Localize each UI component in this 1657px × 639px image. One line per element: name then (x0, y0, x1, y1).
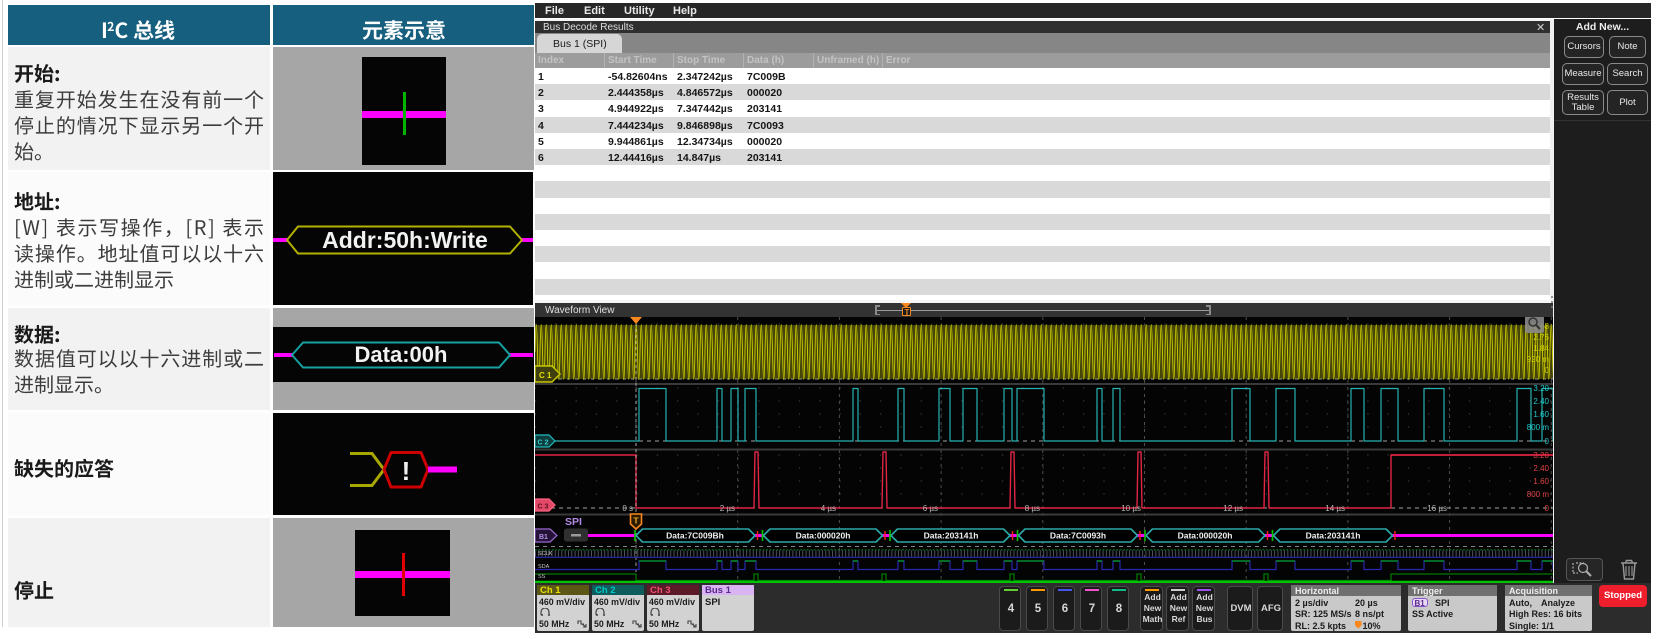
svg-text:0: 0 (1545, 366, 1550, 375)
svg-text:Data:7C0093h: Data:7C0093h (1050, 531, 1106, 541)
svg-text:C 1: C 1 (539, 371, 552, 380)
svg-text:Data:7C009Bh: Data:7C009Bh (666, 531, 724, 541)
svg-text:1.84: 1.84 (1533, 344, 1549, 353)
svg-text:14 µs: 14 µs (1325, 504, 1345, 513)
svg-text:0: 0 (1545, 504, 1550, 513)
svg-text:12 µs: 12 µs (1223, 504, 1243, 513)
svg-text:8 µs: 8 µs (1025, 504, 1040, 513)
svg-text:6 µs: 6 µs (923, 504, 938, 513)
svg-text:SPI: SPI (565, 516, 582, 528)
svg-text:B1: B1 (539, 534, 548, 541)
svg-text:SCLK: SCLK (538, 551, 553, 557)
svg-text:800 m: 800 m (1527, 423, 1550, 432)
svg-text:C 2: C 2 (538, 440, 549, 447)
svg-text:0: 0 (1545, 437, 1550, 446)
svg-text:2.40: 2.40 (1533, 464, 1549, 473)
svg-text:16 µs: 16 µs (1427, 504, 1447, 513)
svg-text:Data:000020h: Data:000020h (796, 531, 851, 541)
svg-text:3.20: 3.20 (1533, 384, 1549, 393)
svg-text:SS: SS (538, 574, 546, 580)
svg-text:0 s: 0 s (622, 504, 633, 513)
svg-text:T: T (633, 516, 639, 526)
svg-text:2.40: 2.40 (1533, 397, 1549, 406)
svg-text:800 m: 800 m (1527, 490, 1550, 499)
svg-text:Data:000020h: Data:000020h (1178, 531, 1233, 541)
svg-text:1.60: 1.60 (1533, 477, 1549, 486)
svg-text:4 µs: 4 µs (821, 504, 836, 513)
svg-text:C 3: C 3 (538, 504, 549, 511)
svg-text:Data:203141h: Data:203141h (924, 531, 979, 541)
svg-text:2.76: 2.76 (1533, 333, 1549, 342)
svg-text:SDA: SDA (538, 564, 550, 570)
svg-text:920 m: 920 m (1527, 355, 1550, 364)
svg-text:2 µs: 2 µs (720, 504, 735, 513)
svg-text:1.60: 1.60 (1533, 410, 1549, 419)
svg-text:Data:203141h: Data:203141h (1306, 531, 1361, 541)
svg-text:10 µs: 10 µs (1121, 504, 1141, 513)
